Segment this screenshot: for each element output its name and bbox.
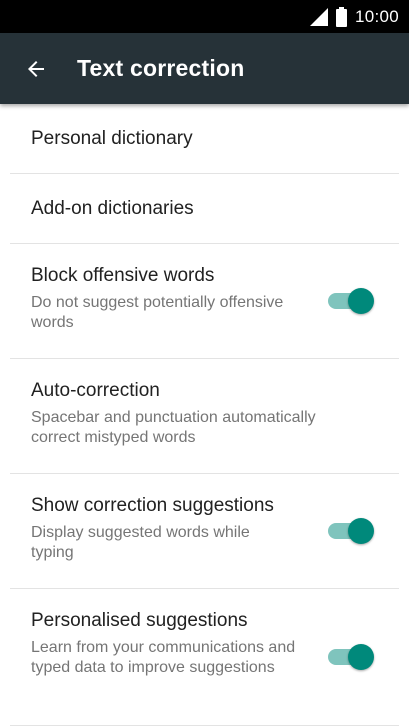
app-bar: Text correction [0, 33, 409, 104]
status-time: 10:00 [354, 6, 399, 26]
page-title: Text correction [77, 55, 245, 81]
toggle-thumb [348, 518, 374, 544]
toggle-thumb [348, 288, 374, 314]
show-correction-suggestions-toggle[interactable] [328, 516, 374, 546]
setting-auto-correction[interactable]: Auto-correction Spacebar and punctuation… [0, 359, 409, 474]
personalised-suggestions-toggle[interactable] [328, 642, 374, 672]
setting-summary: Spacebar and punctuation automatically c… [31, 409, 316, 446]
setting-add-on-dictionaries[interactable]: Add-on dictionaries [0, 174, 409, 244]
status-bar: 10:00 [0, 0, 409, 33]
setting-title: Add-on dictionaries [31, 198, 194, 219]
settings-list: Personal dictionary Add-on dictionaries … [0, 104, 409, 726]
setting-summary: Display suggested words while typing [31, 524, 250, 561]
toggle-thumb [348, 644, 374, 670]
arrow-back-icon [24, 57, 48, 81]
setting-personal-dictionary[interactable]: Personal dictionary [0, 104, 409, 174]
cellular-signal-icon [309, 7, 328, 26]
setting-title: Auto-correction [31, 380, 160, 401]
setting-title: Block offensive words [31, 265, 215, 286]
status-icons: 10:00 [309, 0, 399, 33]
setting-show-correction-suggestions[interactable]: Show correction suggestions Display sugg… [0, 474, 409, 589]
setting-summary: Learn from your communications and typed… [31, 639, 296, 676]
setting-summary: Do not suggest potentially offensive wor… [31, 294, 284, 331]
battery-icon [335, 6, 347, 27]
back-button[interactable] [14, 47, 58, 91]
block-offensive-words-toggle[interactable] [328, 286, 374, 316]
setting-title: Show correction suggestions [31, 495, 274, 516]
setting-block-offensive-words[interactable]: Block offensive words Do not suggest pot… [0, 244, 409, 359]
setting-personalised-suggestions[interactable]: Personalised suggestions Learn from your… [0, 589, 409, 726]
setting-title: Personal dictionary [31, 128, 193, 149]
setting-title: Personalised suggestions [31, 610, 248, 631]
